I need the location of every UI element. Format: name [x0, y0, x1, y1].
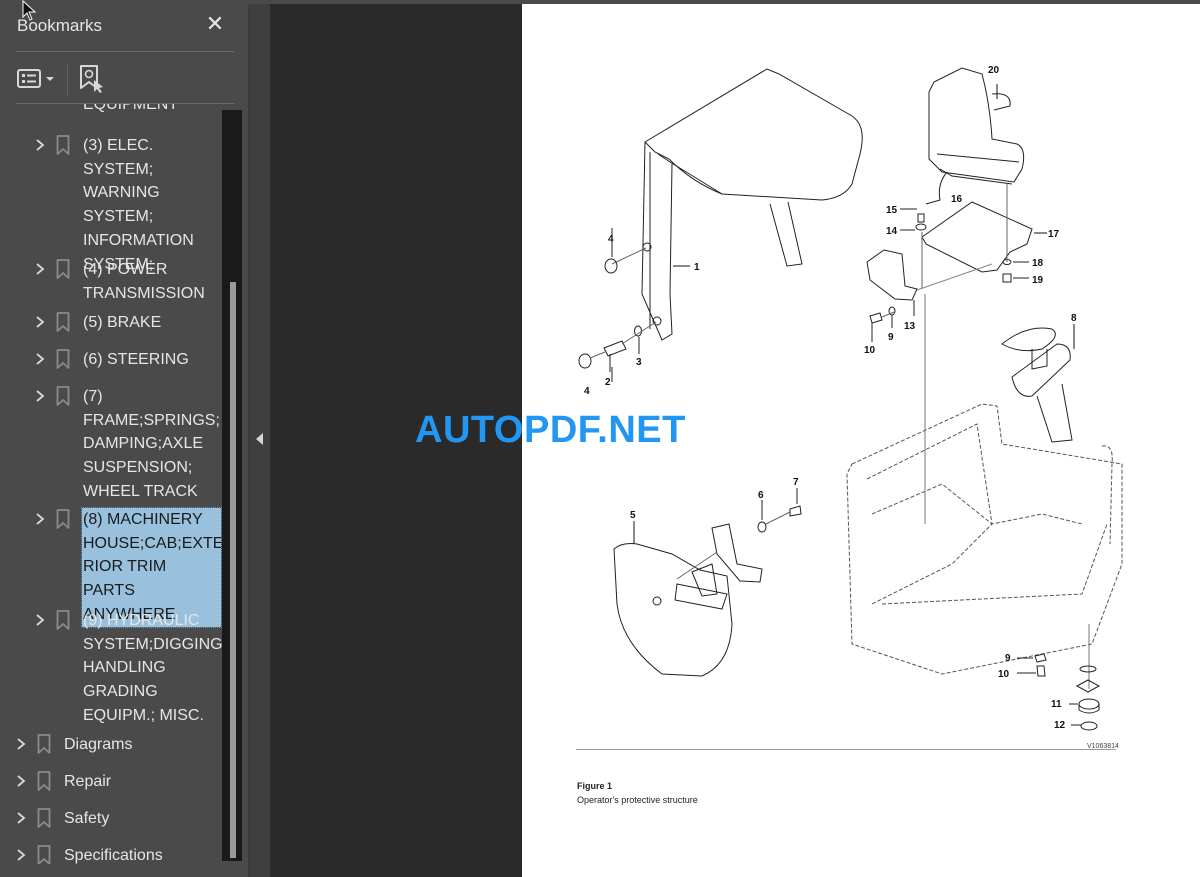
callout-7: 7: [793, 477, 799, 488]
bookmark-item[interactable]: Repair: [0, 770, 222, 794]
chevron-right-icon[interactable]: [33, 315, 47, 329]
bookmark-tree: EQUIPMENT (3) ELEC. SYSTEM; WARNING SYST…: [0, 104, 222, 864]
bookmark-label: Specifications: [64, 847, 163, 864]
bookmark-item[interactable]: (5) BRAKE: [0, 311, 222, 335]
canopy-rops-part: [641, 68, 863, 341]
callout-19: 19: [1032, 275, 1044, 286]
bookmark-item[interactable]: Diagrams: [0, 733, 222, 757]
mouse-cursor-icon: [22, 0, 37, 21]
bookmark-icon: [56, 312, 70, 332]
figure-code: V1063814: [1087, 743, 1119, 750]
bookmark-item[interactable]: (4) POWER TRANSMISSION: [0, 258, 222, 305]
bookmark-icon: [37, 808, 51, 828]
chevron-right-icon[interactable]: [33, 138, 47, 152]
chevron-right-icon[interactable]: [33, 262, 47, 276]
figure-rule: [576, 749, 1116, 750]
callout-14: 14: [886, 226, 898, 237]
list-options-icon: [17, 69, 54, 88]
bookmark-item[interactable]: Safety: [0, 807, 222, 831]
callout-2: 2: [605, 377, 611, 388]
bookmark-icon: [37, 845, 51, 864]
bookmark-label: (7) FRAME;SPRINGS; DAMPING;AXLE SUSPENSI…: [83, 388, 220, 500]
pdf-viewer-app: Bookmarks ✕ EQUIPMENT (3) ELEC. SYSTEM; …: [0, 0, 1200, 877]
bookmark-icon: [56, 509, 70, 529]
control-console-part: [613, 543, 733, 677]
collapse-arrow-icon[interactable]: [256, 433, 263, 445]
bookmark-icon: [56, 386, 70, 406]
callout-10a: 10: [864, 345, 876, 356]
close-icon[interactable]: ✕: [203, 13, 227, 37]
callout-16: 16: [951, 194, 963, 205]
bookmark-label: Repair: [64, 773, 112, 790]
find-bookmark-icon: [80, 65, 103, 93]
bookmark-label: Diagrams: [64, 736, 133, 753]
callout-4b: 4: [584, 386, 590, 397]
seat-part: [928, 67, 1025, 185]
callout-15: 15: [886, 205, 898, 216]
toolbar-separator: [67, 64, 68, 96]
callout-10b: 10: [998, 669, 1010, 680]
callout-labels: 1 2 3 4 4 5 6 7 8 9 10 9 10 11 12 13 14: [584, 65, 1077, 731]
bookmark-icon: [37, 771, 51, 791]
callout-20: 20: [988, 65, 1000, 76]
watermark-text: AUTOPDF.NET: [415, 409, 686, 451]
callout-3: 3: [636, 357, 642, 368]
callout-12: 12: [1054, 720, 1066, 731]
document-viewer: 1 2 3 4 4 5 6 7 8 9 10 9 10 11 12 13 14: [270, 4, 1200, 877]
bookmark-item[interactable]: Specifications: [0, 844, 222, 864]
bookmark-icon: [56, 135, 70, 155]
bookmarks-panel: Bookmarks ✕ EQUIPMENT (3) ELEC. SYSTEM; …: [0, 4, 248, 877]
callout-1: 1: [694, 262, 700, 273]
chevron-right-icon[interactable]: [33, 389, 47, 403]
chevron-right-icon[interactable]: [33, 512, 47, 526]
bookmark-icon: [37, 734, 51, 754]
callout-8: 8: [1071, 313, 1077, 324]
bookmark-label: (9) HYDRAULIC SYSTEM;DIGGING HANDLING GR…: [83, 612, 222, 724]
bookmark-label: (3) ELEC. SYSTEM; WARNING SYSTEM; INFORM…: [83, 137, 194, 273]
bookmark-scrollbar[interactable]: [222, 110, 242, 861]
bookmark-icon: [56, 259, 70, 279]
chevron-right-icon[interactable]: [14, 737, 28, 751]
bookmark-partial-label: EQUIPMENT: [83, 104, 179, 113]
figure-caption: Operator's protective structure: [577, 795, 698, 805]
bookmark-item[interactable]: (7) FRAME;SPRINGS; DAMPING;AXLE SUSPENSI…: [0, 385, 222, 504]
callout-6: 6: [758, 490, 764, 501]
callout-5: 5: [630, 510, 636, 521]
bookmark-item[interactable]: (3) ELEC. SYSTEM; WARNING SYSTEM; INFORM…: [0, 134, 222, 273]
callout-4a: 4: [608, 234, 614, 245]
bookmarks-toolbar: [0, 56, 248, 102]
bookmark-item[interactable]: (9) HYDRAULIC SYSTEM;DIGGING HANDLING GR…: [0, 609, 222, 728]
scrollbar-thumb[interactable]: [230, 282, 236, 858]
chevron-right-icon[interactable]: [33, 613, 47, 627]
bookmark-item[interactable]: (6) STEERING: [0, 348, 222, 372]
callout-11: 11: [1051, 699, 1062, 710]
bookmark-icon: [56, 610, 70, 630]
panel-splitter[interactable]: [248, 4, 270, 877]
bookmark-label: (5) BRAKE: [83, 314, 162, 331]
figure-title: Figure 1: [577, 781, 613, 791]
cab-frame-part: [846, 403, 1123, 675]
exploded-parts-diagram: 1 2 3 4 4 5 6 7 8 9 10 9 10 11 12 13 14: [578, 65, 1123, 731]
bookmark-label: (4) POWER TRANSMISSION: [83, 261, 205, 302]
bookmark-item[interactable]: (8) MACHINERY HOUSE;CAB;EXTE RIOR TRIM P…: [0, 507, 222, 628]
list-options-button[interactable]: [17, 66, 57, 92]
bookmark-icon: [56, 349, 70, 369]
callout-9b: 9: [1005, 653, 1011, 664]
chevron-right-icon[interactable]: [14, 848, 28, 862]
callout-17: 17: [1048, 229, 1060, 240]
callout-18: 18: [1032, 258, 1044, 269]
divider: [16, 51, 234, 52]
bookmark-label: Safety: [64, 810, 110, 827]
bookmark-label: (6) STEERING: [83, 351, 189, 368]
chevron-right-icon[interactable]: [33, 352, 47, 366]
find-bookmark-button[interactable]: [78, 64, 106, 94]
callout-13: 13: [904, 321, 916, 332]
chevron-right-icon[interactable]: [14, 774, 28, 788]
chevron-right-icon[interactable]: [14, 811, 28, 825]
callout-9a: 9: [888, 332, 894, 343]
